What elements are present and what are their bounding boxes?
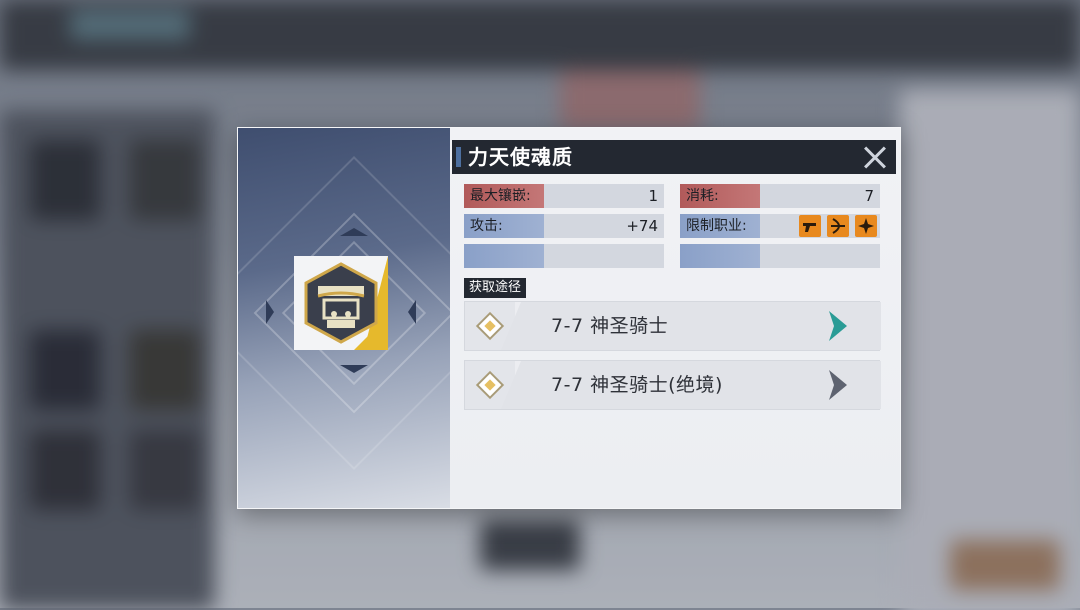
stat-empty-right [680,244,880,268]
stat-max-inlay: 最大镶嵌: 1 [464,184,664,208]
stat-class-limit: 限制职业: [680,214,880,238]
diamond-icon [475,311,505,341]
stat-attack: 攻击: +74 [464,214,664,238]
source-route-2[interactable]: 7-7 神圣骑士(绝境) [464,360,881,410]
close-icon[interactable] [860,143,890,173]
title-accent [456,147,461,167]
stat-empty-left-label [464,244,544,268]
stat-class-limit-label: 限制职业: [680,214,760,238]
item-title: 力天使魂质 [468,145,573,169]
gun-class-icon [799,215,821,237]
chevron-right-icon [829,311,847,341]
diamond-icon [475,370,505,400]
stat-max-inlay-label: 最大镶嵌: [464,184,544,208]
stat-cost-label: 消耗: [680,184,760,208]
source-route-1[interactable]: 7-7 神圣骑士 [464,301,881,351]
item-info-panel: 力天使魂质 最大镶嵌: 1 消耗: 7 攻击: +74 限制职业: 获取途径 7… [450,128,900,508]
stat-cost: 消耗: 7 [680,184,880,208]
item-preview-panel [238,128,450,508]
stat-empty-right-label [680,244,760,268]
item-detail-dialog: 力天使魂质 最大镶嵌: 1 消耗: 7 攻击: +74 限制职业: 获取途径 7… [237,127,901,509]
sources-label: 获取途径 [464,278,527,298]
stat-attack-value: +74 [626,217,658,235]
class-icons [799,215,877,237]
stat-empty-left [464,244,664,268]
stat-attack-label: 攻击: [464,214,544,238]
chevron-right-icon [829,370,847,400]
title-bar: 力天使魂质 [452,140,896,174]
stat-cost-value: 7 [864,187,874,205]
stat-max-inlay-value: 1 [648,187,658,205]
source-route-2-label: 7-7 神圣骑士(绝境) [551,374,723,396]
source-route-1-label: 7-7 神圣骑士 [551,315,669,337]
bow-class-icon [827,215,849,237]
soul-emblem-icon [294,256,388,350]
shuriken-class-icon [855,215,877,237]
